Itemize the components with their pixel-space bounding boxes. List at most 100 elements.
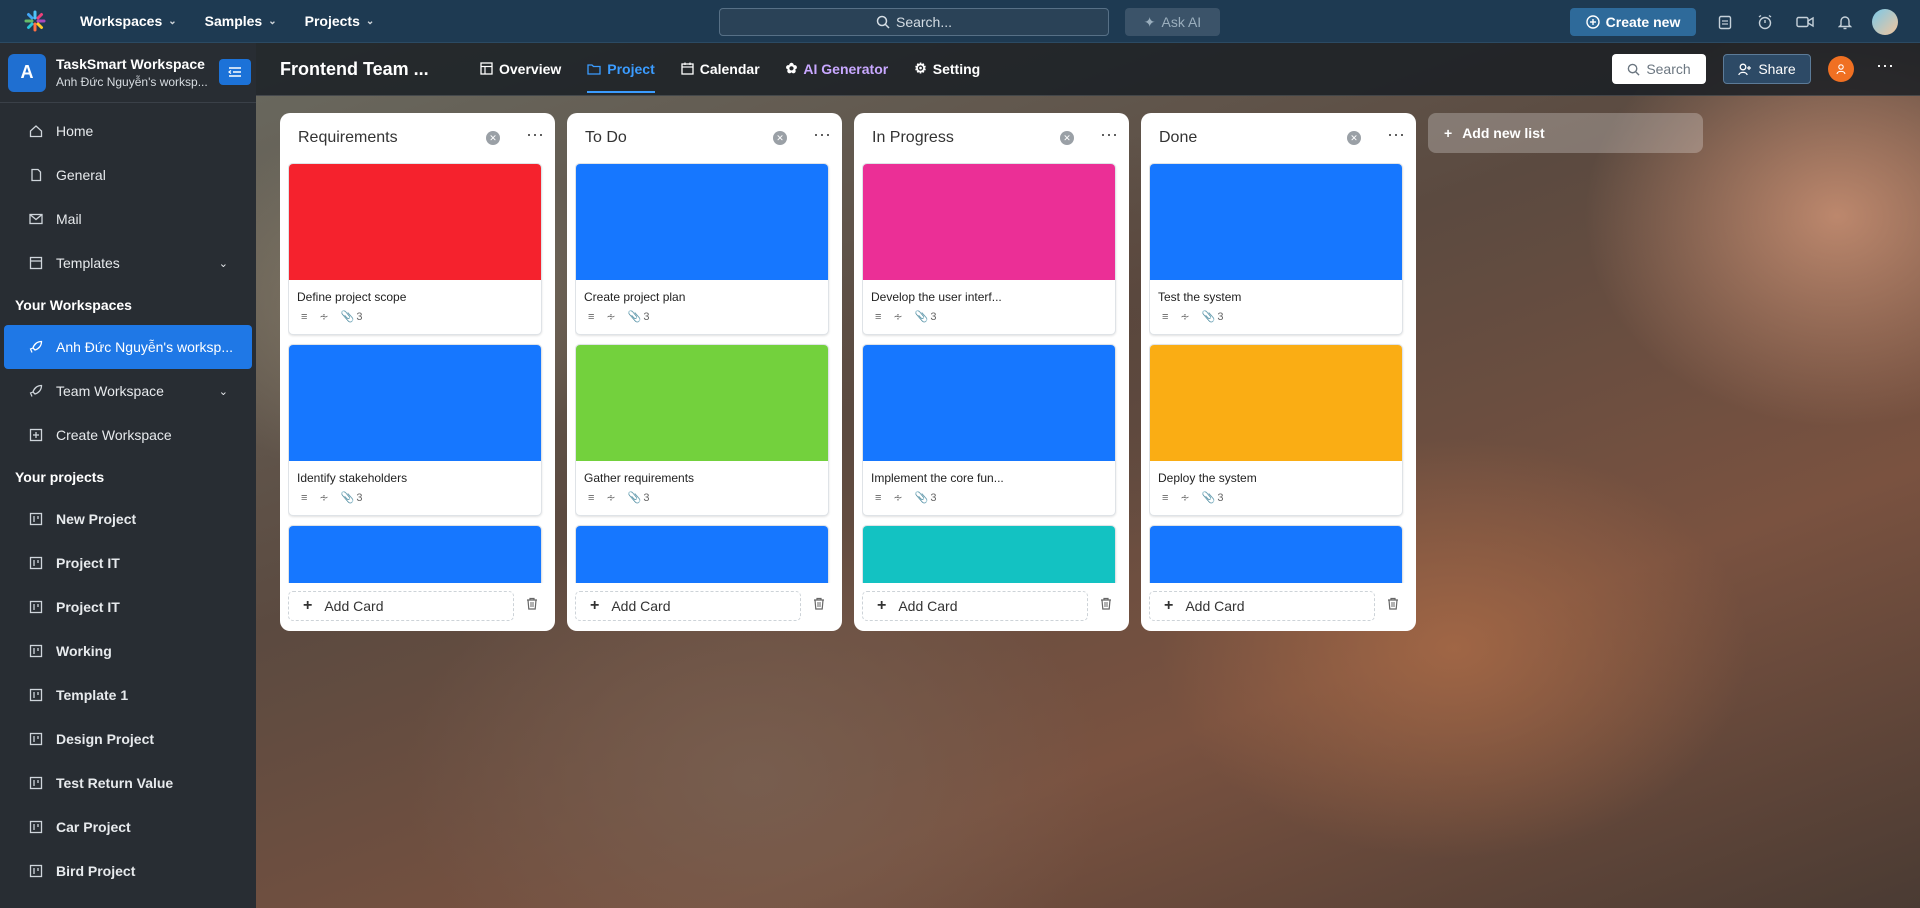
- bell-icon[interactable]: [1832, 8, 1858, 36]
- board-search-button[interactable]: Search: [1612, 54, 1706, 84]
- sidebar-item-mail[interactable]: Mail: [0, 197, 256, 241]
- member-avatar[interactable]: [1828, 56, 1854, 82]
- search-icon: [1628, 63, 1640, 76]
- trash-icon[interactable]: [526, 597, 538, 613]
- list-more-icon[interactable]: ⋯: [813, 125, 832, 146]
- sidebar-project-item[interactable]: Car Project: [0, 805, 256, 849]
- sidebar: A TaskSmart Workspace Anh Đức Nguyễn's w…: [0, 43, 256, 908]
- clipboard-icon[interactable]: [1712, 8, 1738, 36]
- list-title[interactable]: Requirements: [298, 129, 398, 147]
- sidebar-item-team-workspace[interactable]: Team Workspace ⌄: [0, 369, 256, 413]
- list-title[interactable]: In Progress: [872, 129, 954, 147]
- trash-icon[interactable]: [1100, 597, 1112, 613]
- task-card[interactable]: Identify stakeholders ≡ ∻ 📎 3: [288, 344, 542, 516]
- trash-icon[interactable]: [813, 597, 825, 613]
- workspaces-menu-label: Workspaces: [80, 13, 163, 29]
- sidebar-project-item[interactable]: Template 1: [0, 673, 256, 717]
- user-avatar[interactable]: [1872, 9, 1898, 35]
- task-card[interactable]: Define project scope ≡ ∻ 📎 3: [288, 163, 542, 335]
- app-logo-icon[interactable]: [18, 0, 52, 43]
- sidebar-item-templates[interactable]: Templates ⌄: [0, 241, 256, 285]
- ask-ai-button[interactable]: ✦ Ask AI: [1125, 8, 1220, 36]
- sidebar-project-item[interactable]: Bird Project: [0, 849, 256, 893]
- plus-icon: +: [590, 597, 600, 614]
- global-search-input[interactable]: Search...: [719, 8, 1109, 36]
- close-icon[interactable]: ✕: [1347, 131, 1361, 145]
- card-cover: [863, 345, 1115, 461]
- task-card[interactable]: Create project plan ≡ ∻ 📎 3: [575, 163, 829, 335]
- task-card[interactable]: Test the system ≡ ∻ 📎 3: [1149, 163, 1403, 335]
- video-camera-icon[interactable]: [1792, 8, 1818, 36]
- more-options-icon[interactable]: ⋯: [1876, 56, 1895, 77]
- sidebar-item-create-workspace[interactable]: Create Workspace: [0, 413, 256, 457]
- create-new-button[interactable]: Create new: [1570, 8, 1696, 36]
- share-button[interactable]: Share: [1723, 54, 1811, 84]
- samples-menu[interactable]: Samples ⌄: [193, 7, 289, 35]
- task-card[interactable]: [1149, 525, 1403, 583]
- list-more-icon[interactable]: ⋯: [526, 125, 545, 146]
- task-card[interactable]: Implement the core fun... ≡ ∻ 📎 3: [862, 344, 1116, 516]
- task-card[interactable]: [862, 525, 1116, 583]
- description-icon: ≡: [1162, 310, 1169, 323]
- sidebar-project-label: Design Project: [56, 731, 155, 747]
- description-icon: ≡: [301, 491, 308, 504]
- tab-ai-generator-label: AI Generator: [803, 60, 889, 77]
- tab-calendar[interactable]: Calendar: [671, 55, 770, 82]
- tab-setting[interactable]: ⚙ Setting: [904, 55, 990, 82]
- sidebar-project-item[interactable]: Working: [0, 629, 256, 673]
- close-icon[interactable]: ✕: [1060, 131, 1074, 145]
- sidebar-project-item[interactable]: Project IT: [0, 541, 256, 585]
- task-card[interactable]: [575, 525, 829, 583]
- collapse-sidebar-button[interactable]: [219, 59, 251, 85]
- list-more-icon[interactable]: ⋯: [1100, 125, 1119, 146]
- card-cover: [1150, 345, 1402, 461]
- list-more-icon[interactable]: ⋯: [1387, 125, 1406, 146]
- sidebar-project-item[interactable]: New Project: [0, 497, 256, 541]
- trash-icon[interactable]: [1387, 597, 1399, 613]
- workspace-header: A TaskSmart Workspace Anh Đức Nguyễn's w…: [0, 43, 256, 103]
- sidebar-item-home[interactable]: Home: [0, 109, 256, 153]
- samples-menu-label: Samples: [204, 13, 263, 29]
- workspace-avatar[interactable]: A: [8, 53, 46, 92]
- task-card[interactable]: Develop the user interf... ≡ ∻ 📎 3: [862, 163, 1116, 335]
- add-card-button[interactable]: + Add Card: [575, 591, 801, 621]
- sidebar-item-personal-workspace[interactable]: Anh Đức Nguyễn's worksp...: [4, 325, 252, 369]
- board-title[interactable]: Frontend Team ...: [280, 59, 429, 80]
- board-search-label: Search: [1646, 61, 1691, 77]
- close-icon[interactable]: ✕: [486, 131, 500, 145]
- sidebar-project-label: Car Project: [56, 819, 131, 835]
- add-card-button[interactable]: + Add Card: [288, 591, 514, 621]
- paperclip-icon: 📎: [1201, 492, 1216, 504]
- search-placeholder: Search...: [895, 14, 953, 30]
- workspaces-menu[interactable]: Workspaces ⌄: [68, 7, 189, 35]
- task-card[interactable]: Gather requirements ≡ ∻ 📎 3: [575, 344, 829, 516]
- chevron-down-icon: ⌄: [218, 385, 228, 398]
- list-title[interactable]: Done: [1159, 129, 1197, 147]
- alarm-clock-icon[interactable]: [1752, 8, 1778, 36]
- rss-icon: ∻: [319, 492, 329, 504]
- sidebar-project-item[interactable]: Test Return Value: [0, 761, 256, 805]
- sidebar-item-general[interactable]: General: [0, 153, 256, 197]
- add-card-label: Add Card: [324, 598, 384, 614]
- add-card-button[interactable]: + Add Card: [1149, 591, 1375, 621]
- layout-icon: [480, 62, 493, 75]
- task-card[interactable]: Deploy the system ≡ ∻ 📎 3: [1149, 344, 1403, 516]
- list-title[interactable]: To Do: [585, 129, 627, 147]
- template-icon: [28, 255, 44, 271]
- tab-overview-label: Overview: [499, 60, 562, 77]
- tab-project[interactable]: Project: [577, 55, 664, 93]
- tab-ai-generator[interactable]: ✿ AI Generator: [776, 55, 899, 82]
- add-new-list-button[interactable]: + Add new list: [1428, 113, 1703, 153]
- attachment-indicator: 📎 3: [915, 310, 937, 324]
- sidebar-item-label: Create Workspace: [56, 427, 172, 443]
- task-card[interactable]: [288, 525, 542, 583]
- close-icon[interactable]: ✕: [773, 131, 787, 145]
- sidebar-project-item[interactable]: Design Project: [0, 717, 256, 761]
- plus-square-icon: [28, 427, 44, 443]
- board-icon: [28, 599, 44, 615]
- sidebar-project-item[interactable]: Project IT: [0, 585, 256, 629]
- add-card-button[interactable]: + Add Card: [862, 591, 1088, 621]
- plus-icon: +: [303, 597, 313, 614]
- tab-overview[interactable]: Overview: [470, 55, 571, 82]
- projects-menu[interactable]: Projects ⌄: [293, 7, 387, 35]
